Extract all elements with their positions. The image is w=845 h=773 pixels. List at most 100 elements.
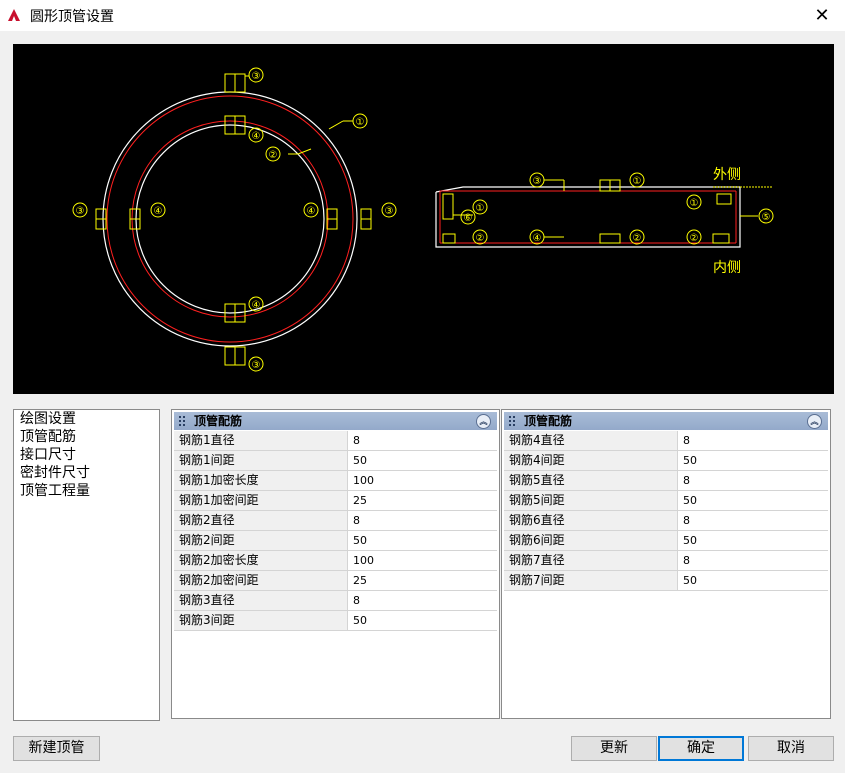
property-row[interactable]: 钢筋3直径 8: [174, 591, 497, 611]
property-rows: 钢筋4直径 8 钢筋4间距 50 钢筋5直径 8 钢筋5间距 50 钢筋6直径 8 钢筋6间距 50 钢…: [504, 431, 828, 591]
property-row[interactable]: 钢筋6直径 8: [504, 511, 828, 531]
marker-4-top: ④: [252, 131, 261, 142]
marker-4-bottom: ④: [252, 300, 261, 311]
property-name: 钢筋7间距: [504, 571, 678, 590]
category-grip-icon: [179, 416, 185, 426]
marker-3-bottom: ③: [252, 360, 261, 371]
nav-item-quantities[interactable]: 顶管工程量: [14, 482, 159, 500]
property-value[interactable]: 25: [348, 491, 497, 510]
marker-2-ring: ②: [269, 150, 278, 161]
property-row[interactable]: 钢筋2间距 50: [174, 531, 497, 551]
update-button[interactable]: 更新: [571, 736, 657, 761]
property-name: 钢筋2直径: [174, 511, 348, 530]
property-value[interactable]: 50: [348, 451, 497, 470]
inner-side-label: 内侧: [713, 260, 741, 276]
property-name: 钢筋2间距: [174, 531, 348, 550]
property-name: 钢筋6间距: [504, 531, 678, 550]
property-row[interactable]: 钢筋2加密长度 100: [174, 551, 497, 571]
inner-concrete-circle: [135, 124, 325, 314]
marker-2-section-left: ②: [476, 233, 485, 244]
marker-2-section-right: ②: [690, 233, 699, 244]
property-name: 钢筋3间距: [174, 611, 348, 630]
property-value[interactable]: 50: [678, 531, 828, 550]
property-name: 钢筋2加密间距: [174, 571, 348, 590]
cancel-button[interactable]: 取消: [748, 736, 834, 761]
window-title: 圆形顶管设置: [30, 9, 114, 25]
property-rows: 钢筋1直径 8 钢筋1间距 50 钢筋1加密长度 100 钢筋1加密间距 25 钢筋2直径 8 钢筋…: [174, 431, 497, 631]
marker-6-section: ⑥: [464, 213, 473, 224]
property-row[interactable]: 钢筋7直径 8: [504, 551, 828, 571]
marker-4-right: ④: [307, 206, 316, 217]
property-row[interactable]: 钢筋2加密间距 25: [174, 571, 497, 591]
ok-button[interactable]: 确定: [658, 736, 744, 761]
property-value[interactable]: 8: [678, 431, 828, 450]
property-value[interactable]: 8: [678, 471, 828, 490]
property-row[interactable]: 钢筋3间距 50: [174, 611, 497, 631]
property-value[interactable]: 25: [348, 571, 497, 590]
property-row[interactable]: 钢筋1直径 8: [174, 431, 497, 451]
property-row[interactable]: 钢筋4直径 8: [504, 431, 828, 451]
property-value[interactable]: 8: [678, 551, 828, 570]
collapse-icon[interactable]: ︽: [807, 414, 822, 429]
property-value[interactable]: 50: [678, 571, 828, 590]
property-name: 钢筋1加密间距: [174, 491, 348, 510]
property-value[interactable]: 100: [348, 551, 497, 570]
marker-3-section: ③: [533, 176, 542, 187]
new-pipe-button[interactable]: 新建顶管: [13, 736, 100, 761]
property-value[interactable]: 50: [348, 611, 497, 630]
category-header[interactable]: 顶管配筋 ︽: [504, 412, 828, 430]
property-value[interactable]: 8: [348, 511, 497, 530]
marker-3-top: ③: [252, 71, 261, 82]
close-button[interactable]: ✕: [799, 0, 845, 31]
property-name: 钢筋7直径: [504, 551, 678, 570]
property-row[interactable]: 钢筋7间距 50: [504, 571, 828, 591]
marker-3-right: ③: [385, 206, 394, 217]
property-value[interactable]: 100: [348, 471, 497, 490]
property-row[interactable]: 钢筋4间距 50: [504, 451, 828, 471]
nav-item-drawing-settings[interactable]: 绘图设置: [14, 410, 159, 428]
marker-4-left: ④: [154, 206, 163, 217]
property-row[interactable]: 钢筋5直径 8: [504, 471, 828, 491]
property-value[interactable]: 50: [348, 531, 497, 550]
category-header[interactable]: 顶管配筋 ︽: [174, 412, 497, 430]
inner-rebar-circle: [131, 120, 329, 318]
outer-rebar-circle: [106, 95, 354, 343]
property-value[interactable]: 8: [678, 511, 828, 530]
category-title: 顶管配筋: [194, 414, 243, 428]
title-bar: 圆形顶管设置 ✕: [0, 0, 845, 31]
pipe-drawing: ③ ④ ④ ③ ③ ④ ④ ③ ① ② ① ③ ① ⑥ ② ④ ② ② ① ⑤ …: [72, 67, 774, 372]
property-value[interactable]: 8: [348, 591, 497, 610]
property-name: 钢筋1加密长度: [174, 471, 348, 490]
property-name: 钢筋6直径: [504, 511, 678, 530]
property-value[interactable]: 8: [348, 431, 497, 450]
outer-side-label: 外侧: [713, 167, 741, 183]
outer-concrete-circle: [102, 91, 358, 347]
property-name: 钢筋2加密长度: [174, 551, 348, 570]
property-row[interactable]: 钢筋1加密长度 100: [174, 471, 497, 491]
property-value[interactable]: 50: [678, 491, 828, 510]
property-name: 钢筋5间距: [504, 491, 678, 510]
nav-item-seal-size[interactable]: 密封件尺寸: [14, 464, 159, 482]
drawing-preview: ③ ④ ④ ③ ③ ④ ④ ③ ① ② ① ③ ① ⑥ ② ④ ② ② ① ⑤ …: [13, 44, 834, 394]
property-name: 钢筋1直径: [174, 431, 348, 450]
nav-item-joint-size[interactable]: 接口尺寸: [14, 446, 159, 464]
property-row[interactable]: 钢筋5间距 50: [504, 491, 828, 511]
property-name: 钢筋4间距: [504, 451, 678, 470]
property-row[interactable]: 钢筋6间距 50: [504, 531, 828, 551]
property-row[interactable]: 钢筋1加密间距 25: [174, 491, 497, 511]
property-grid-left: 顶管配筋 ︽ 钢筋1直径 8 钢筋1间距 50 钢筋1加密长度 100 钢筋1加密间距 25 钢…: [171, 409, 500, 719]
settings-nav: 绘图设置 顶管配筋 接口尺寸 密封件尺寸 顶管工程量: [13, 409, 160, 721]
marker-1-section-right: ①: [690, 198, 699, 209]
section-annotations: [442, 172, 774, 245]
marker-1-ring: ①: [356, 117, 365, 128]
marker-2-section-mid: ②: [633, 233, 642, 244]
nav-item-reinforcement[interactable]: 顶管配筋: [14, 428, 159, 446]
property-row[interactable]: 钢筋1间距 50: [174, 451, 497, 471]
property-value[interactable]: 50: [678, 451, 828, 470]
marker-5-section: ⑤: [762, 212, 771, 223]
marker-3-left: ③: [76, 206, 85, 217]
ring-annotations: [72, 67, 397, 372]
property-name: 钢筋5直径: [504, 471, 678, 490]
collapse-icon[interactable]: ︽: [476, 414, 491, 429]
property-row[interactable]: 钢筋2直径 8: [174, 511, 497, 531]
